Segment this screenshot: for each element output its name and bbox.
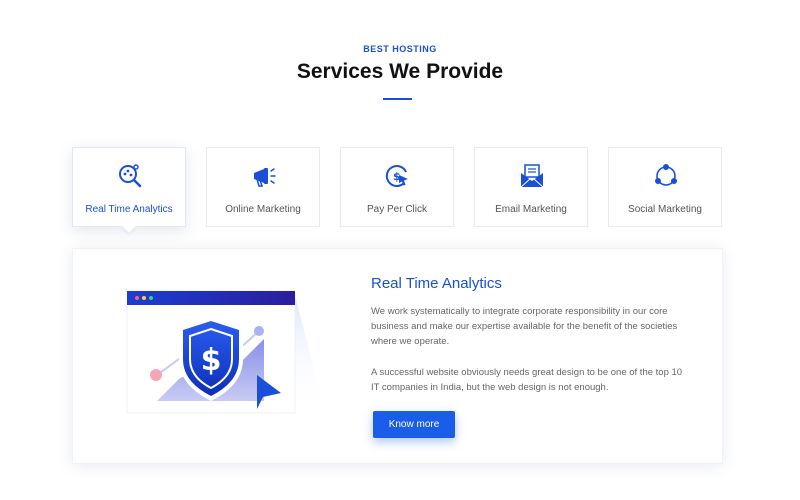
- service-detail-panel: $ Real Time Analytics We work systematic…: [72, 248, 723, 464]
- tab-email-marketing[interactable]: Email Marketing: [474, 147, 588, 227]
- section-title: Services We Provide: [296, 60, 504, 83]
- analytics-magnifier-icon: [119, 164, 142, 188]
- dollar-shield-icon: $: [126, 290, 324, 414]
- pay-per-click-icon: $: [385, 165, 408, 188]
- tab-label: Real Time Analytics: [85, 204, 173, 215]
- tab-label: Email Marketing: [495, 204, 567, 215]
- panel-paragraph-2: A successful website obviously needs gre…: [371, 367, 683, 393]
- svg-text:$: $: [201, 343, 222, 378]
- social-network-icon: [655, 164, 677, 186]
- tab-pay-per-click[interactable]: $ Pay Per Click: [340, 147, 454, 227]
- tab-label: Social Marketing: [628, 204, 702, 215]
- know-more-button[interactable]: Know more: [373, 411, 455, 438]
- tab-real-time-analytics[interactable]: Real Time Analytics: [72, 147, 186, 227]
- panel-title: Real Time Analytics: [371, 275, 502, 292]
- title-underline: [383, 98, 412, 100]
- tab-label: Pay Per Click: [366, 204, 427, 215]
- panel-paragraph-1: We work systematically to integrate corp…: [371, 306, 678, 347]
- service-tabs: Real Time Analytics Online Marketing $ P…: [72, 147, 723, 229]
- section-eyebrow: BEST HOSTING: [363, 44, 437, 54]
- tab-social-marketing[interactable]: Social Marketing: [608, 147, 722, 227]
- tab-online-marketing[interactable]: Online Marketing: [206, 147, 320, 227]
- megaphone-icon: [254, 168, 276, 187]
- tab-label: Online Marketing: [225, 204, 301, 215]
- email-icon: [520, 164, 544, 188]
